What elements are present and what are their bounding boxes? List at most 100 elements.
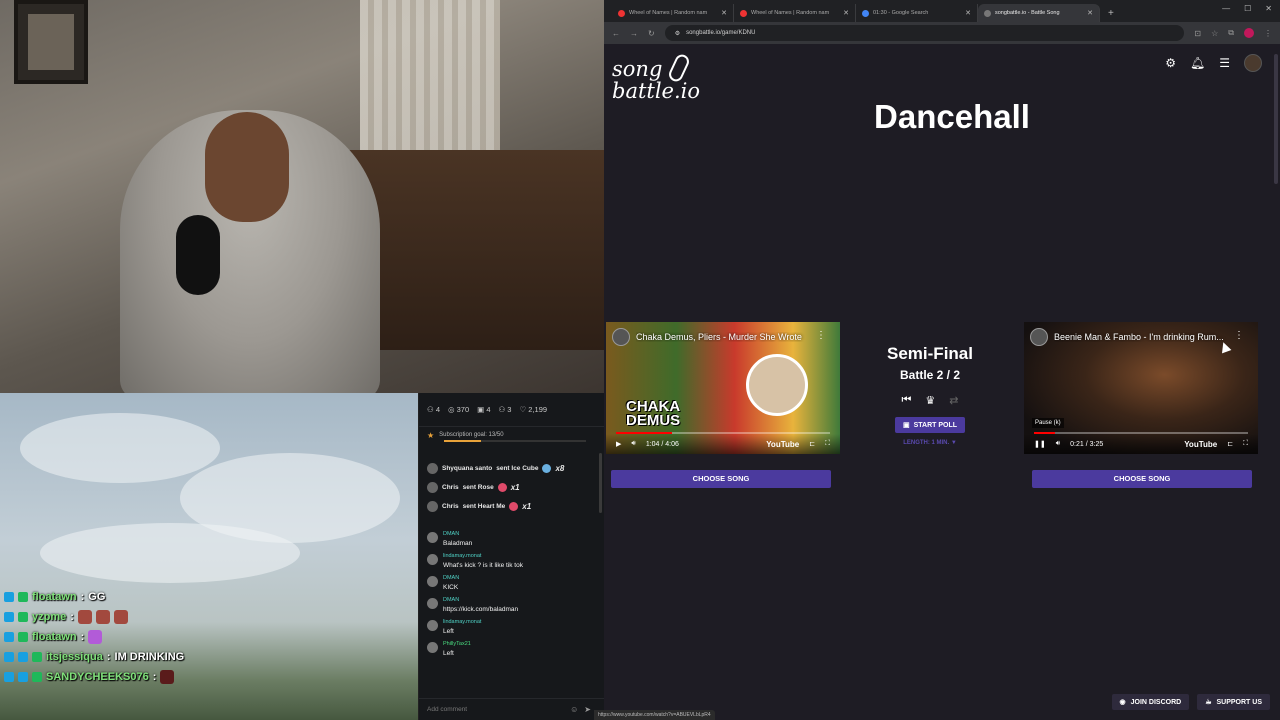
browser-toolbar: ← → ↻ ⚙ songbattle.io/game/KDNU ⊡ ☆ ⧉ ⋮ xyxy=(604,22,1280,44)
chat-username[interactable]: PhillyTax21 xyxy=(443,641,471,647)
menu-dots-icon[interactable]: ⋮ xyxy=(1264,29,1272,38)
support-us-button[interactable]: ☕︎ SUPPORT US xyxy=(1197,694,1270,710)
chat-scrollbar[interactable] xyxy=(599,453,602,513)
window-controls: — ☐ ✕ xyxy=(1222,4,1272,13)
chat-username[interactable]: DMAN xyxy=(443,597,518,603)
extensions-icon[interactable]: ⧉ xyxy=(1228,28,1234,38)
video-title[interactable]: Chaka Demus, Pliers - Murder She Wrote xyxy=(636,332,818,342)
gift-icon xyxy=(542,464,552,473)
browser-tab[interactable]: 01:30 - Google Search ✕ xyxy=(856,4,978,22)
channel-avatar[interactable] xyxy=(612,328,630,346)
pause-icon[interactable]: ❚❚ xyxy=(1034,440,1046,448)
profile-avatar[interactable] xyxy=(1244,28,1254,38)
start-poll-button[interactable]: ▣ START POLL xyxy=(894,417,966,433)
gifter-name: Chris xyxy=(442,503,459,510)
fullscreen-icon[interactable]: ⛶ xyxy=(825,440,830,448)
chat-message-body: DMAN Baladman xyxy=(443,531,472,547)
chat-text: Baladman xyxy=(443,540,473,547)
tab-close-icon[interactable]: ✕ xyxy=(843,9,849,17)
browser-tab[interactable]: songbattle.io - Battle Song ✕ xyxy=(978,4,1100,22)
gifter-avatar xyxy=(427,482,438,493)
comment-input[interactable]: Add comment ☺➤ xyxy=(419,698,605,720)
chat-avatar[interactable] xyxy=(427,532,438,543)
choose-song-button-left[interactable]: CHOOSE SONG xyxy=(611,470,831,488)
new-tab-button[interactable]: + xyxy=(1108,8,1114,19)
chat-avatar[interactable] xyxy=(427,554,438,565)
youtube-logo[interactable]: YouTube xyxy=(766,440,799,449)
poll-length-select[interactable]: LENGTH: 1 MIN. ▼ xyxy=(840,440,1020,446)
youtube-logo[interactable]: YouTube xyxy=(1184,440,1217,449)
chat-username[interactable]: DMAN xyxy=(443,531,472,537)
chat-username: floatawn xyxy=(32,631,77,643)
forward-icon[interactable]: → xyxy=(630,29,638,38)
channel-avatar[interactable] xyxy=(1030,328,1048,346)
chat-text: Left xyxy=(443,628,454,635)
browser-window: Wheel of Names | Random nam ✕ Wheel of Nam… xyxy=(594,0,1280,720)
chat-username[interactable]: DMAN xyxy=(443,575,459,581)
thumbnail-portrait xyxy=(746,354,808,416)
browser-tab[interactable]: Wheel of Names | Random nam ✕ xyxy=(612,4,734,22)
user-avatar[interactable] xyxy=(1244,54,1262,72)
play-icon[interactable]: ▶ xyxy=(616,440,621,448)
volume-icon[interactable]: 🔊︎ xyxy=(1056,440,1060,448)
gift-multiplier: x1 xyxy=(522,502,532,511)
streamer-head xyxy=(205,112,289,222)
browser-tab[interactable]: Wheel of Names | Random nam ✕ xyxy=(734,4,856,22)
chat-username[interactable]: lindamay.monat xyxy=(443,619,481,625)
overlay-chat-line: floatawn: GG xyxy=(4,587,184,607)
minimize-icon[interactable]: — xyxy=(1222,4,1230,13)
emoji-and-send-icons[interactable]: ☺➤ xyxy=(570,705,597,714)
hamburger-menu-icon[interactable]: ☰ xyxy=(1219,56,1230,70)
chat-emote-icon xyxy=(160,670,175,684)
install-icon[interactable]: ⊡ xyxy=(1194,29,1201,38)
notification-bell-icon[interactable]: 🔔︎ xyxy=(1190,56,1205,70)
bookmark-star-icon[interactable]: ☆ xyxy=(1211,29,1218,38)
chat-emote-icon xyxy=(88,630,103,644)
site-info-icon[interactable]: ⚙ xyxy=(675,30,680,37)
link-status-bar: https://www.youtube.com/watch?v=ABUEVLbL… xyxy=(594,710,715,720)
tab-close-icon[interactable]: ✕ xyxy=(721,9,727,17)
songbattle-page: song battle.io ⚙ 🔔︎ ☰ Dancehall Chaka De… xyxy=(594,44,1280,720)
overlay-chat-line: yzpme: xyxy=(4,607,184,627)
video-title[interactable]: Beenie Man & Fambo - I'm drinking Rum... xyxy=(1054,332,1236,342)
reload-icon[interactable]: ↻ xyxy=(648,29,655,38)
genre-title: Dancehall xyxy=(874,98,1030,135)
chat-username[interactable]: lindamay.monat xyxy=(443,553,523,559)
songbattle-logo[interactable]: song battle.io xyxy=(612,52,700,102)
chat-avatar[interactable] xyxy=(427,620,438,631)
close-window-icon[interactable]: ✕ xyxy=(1265,4,1272,13)
settings-gear-icon[interactable]: ⚙ xyxy=(1165,56,1176,70)
more-options-icon[interactable]: ⋮ xyxy=(1234,330,1244,341)
shuffle-icon[interactable]: ⇄ xyxy=(949,394,958,407)
tab-close-icon[interactable]: ✕ xyxy=(965,9,971,17)
fullscreen-icon[interactable]: ⛶ xyxy=(1243,440,1248,448)
video-controls: ❚❚ 🔊︎ 0:21 / 3:25 YouTube ⊏ ⛶ xyxy=(1024,434,1258,454)
volume-icon[interactable]: 🔊︎ xyxy=(631,440,635,448)
chat-text: KICK xyxy=(443,584,459,591)
address-bar[interactable]: ⚙ songbattle.io/game/KDNU xyxy=(664,25,1185,41)
video-player-right[interactable]: Beenie Man & Fambo - I'm drinking Rum...… xyxy=(1024,322,1258,454)
choose-song-button-right[interactable]: CHOOSE SONG xyxy=(1032,470,1252,488)
chat-avatar[interactable] xyxy=(427,642,438,653)
back-icon[interactable]: ← xyxy=(612,29,620,38)
tab-close-icon[interactable]: ✕ xyxy=(1087,9,1093,17)
chat-avatar[interactable] xyxy=(427,598,438,609)
more-options-icon[interactable]: ⋮ xyxy=(816,330,826,341)
overlay-chat-line: floatawn: xyxy=(4,627,184,647)
join-discord-button[interactable]: ◉ JOIN DISCORD xyxy=(1111,694,1190,710)
previous-icon[interactable]: ⏮ xyxy=(902,394,912,407)
support-icon: ☕︎ xyxy=(1205,699,1212,706)
stream-chat-overlay: floatawn: GG yzpme: floatawn: itsjessiqua: IM… xyxy=(4,587,184,687)
crown-icon[interactable]: ♛ xyxy=(925,394,935,407)
tab-title: 01:30 - Google Search xyxy=(873,10,929,16)
tab-title: Wheel of Names | Random nam xyxy=(629,10,708,16)
chat-avatar[interactable] xyxy=(427,576,438,587)
gift-icon xyxy=(509,502,519,511)
chat-emote-icon xyxy=(95,610,110,624)
maximize-icon[interactable]: ☐ xyxy=(1244,4,1251,13)
cast-icon[interactable]: ⊏ xyxy=(809,440,815,448)
poll-icon: ▣ xyxy=(902,422,910,429)
video-player-left[interactable]: Chaka Demus, Pliers - Murder She Wrote ⋮… xyxy=(606,322,840,454)
likes-stat: ♡ 2,199 xyxy=(519,405,548,414)
cast-icon[interactable]: ⊏ xyxy=(1227,440,1233,448)
